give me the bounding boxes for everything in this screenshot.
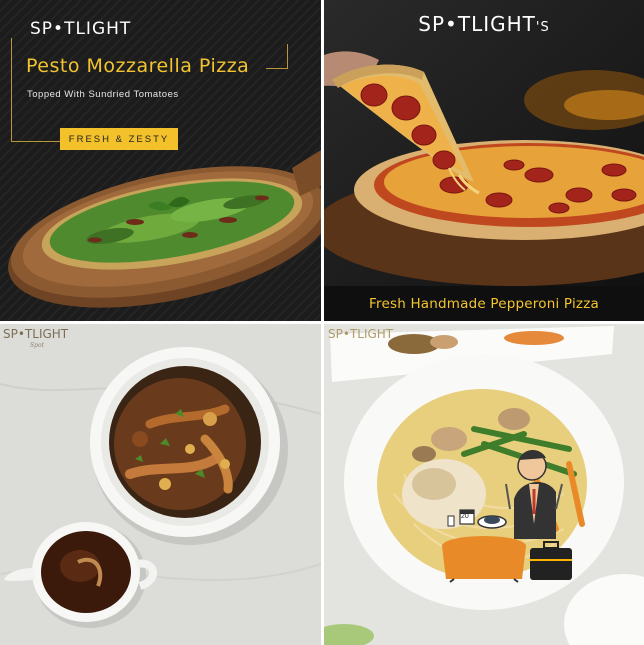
claypot-rice-illustration <box>0 324 321 645</box>
pepperoni-pizza-illustration <box>324 0 644 286</box>
flavor-badge: FRESH & ZESTY <box>60 128 178 150</box>
pepperoni-pizza-tile[interactable]: SP•TLIGHT'S Fresh Handmade Pepperoni Piz… <box>324 0 644 321</box>
cutlery-plate-icon <box>476 514 506 528</box>
brand-logo: SP•TLIGHT <box>328 327 393 341</box>
brand-logo-text: SP•TLIGHT <box>30 19 132 39</box>
pizza-caption: Fresh Handmade Pepperoni Pizza <box>324 286 644 321</box>
brand-logo-text: SP•TLIGHT <box>3 327 69 341</box>
brand-logo-subtext: Spot <box>30 342 44 349</box>
brand-logo: SP•TLIGHT <box>3 327 68 341</box>
claypot-rice-tile[interactable]: SP•TLIGHT Spot <box>0 324 321 645</box>
dining-man-icon <box>504 450 560 542</box>
pesto-pizza-illustration <box>8 150 321 308</box>
brand-logo-text: SP•TLIGHT <box>418 12 536 36</box>
pizza-title: Pesto Mozzarella Pizza <box>26 55 250 77</box>
brand-logo: SP•TLIGHT <box>30 19 131 39</box>
pesto-pizza-tile[interactable]: SP•TLIGHT Pesto Mozzarella Pizza Topped … <box>0 0 321 321</box>
briefcase-icon <box>530 548 572 580</box>
noodle-soup-illustration <box>324 324 644 645</box>
brand-logo: SP•TLIGHT'S <box>324 12 644 36</box>
calendar-day-number: 20 <box>461 513 469 520</box>
brand-logo-text: SP•TLIGHT <box>328 327 394 341</box>
noodle-soup-tile[interactable]: SP•TLIGHT 20 <box>324 324 644 645</box>
pizza-subtitle: Topped With Sundried Tomatoes <box>27 89 179 100</box>
brand-logo-suffix: 'S <box>535 20 550 35</box>
